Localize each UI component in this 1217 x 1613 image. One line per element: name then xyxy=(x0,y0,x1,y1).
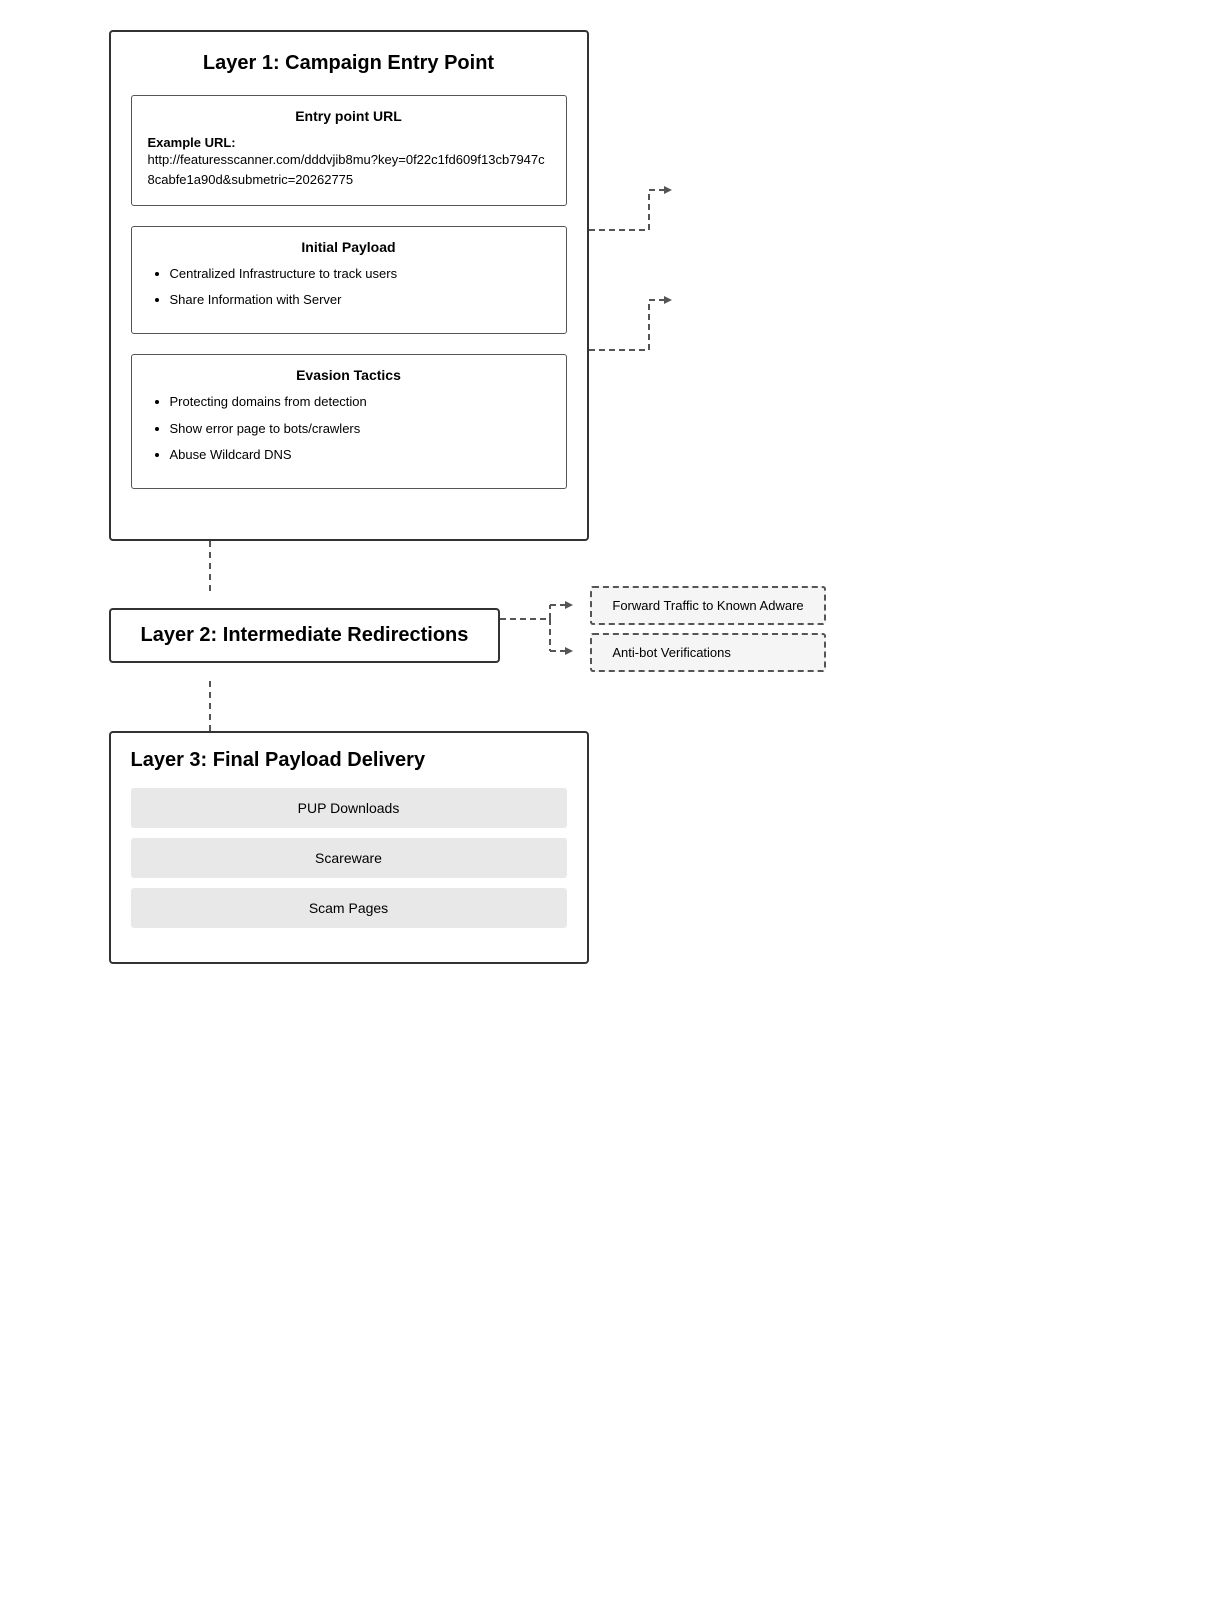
layer2-section: Layer 2: Intermediate Redirections Forwa… xyxy=(109,591,1109,681)
scam-pages-item: Scam Pages xyxy=(131,888,567,928)
evasion-tactics-list: Protecting domains from detection Show e… xyxy=(148,393,550,464)
initial-payload-box: Initial Payload Centralized Infrastructu… xyxy=(131,226,567,334)
initial-payload-title: Initial Payload xyxy=(148,239,550,255)
pup-downloads-item: PUP Downloads xyxy=(131,788,567,828)
top-section: Layer 1: Campaign Entry Point Entry poin… xyxy=(109,30,1109,541)
evasion-tactics-box: Evasion Tactics Protecting domains from … xyxy=(131,354,567,489)
layer3-section: Layer 3: Final Payload Delivery PUP Down… xyxy=(109,731,1109,964)
v-connector-1 xyxy=(109,541,1109,591)
dashed-v-line-2 xyxy=(209,681,211,731)
diagram: Layer 1: Campaign Entry Point Entry poin… xyxy=(109,30,1109,964)
url-value: http://featuresscanner.com/dddvjib8mu?ke… xyxy=(148,150,550,189)
scareware-item: Scareware xyxy=(131,838,567,878)
layer3-title: Layer 3: Final Payload Delivery xyxy=(131,749,567,772)
entry-point-title: Entry point URL xyxy=(148,108,550,124)
layer2-side-items: Forward Traffic to Known Adware Anti-bot… xyxy=(590,586,825,672)
list-item: Centralized Infrastructure to track user… xyxy=(170,265,550,283)
url-label-text: Example URL: xyxy=(148,135,236,150)
dashed-v-line-1 xyxy=(209,541,211,591)
layer2-box: Layer 2: Intermediate Redirections xyxy=(109,608,501,663)
forward-traffic-item: Forward Traffic to Known Adware xyxy=(590,586,825,625)
initial-payload-list: Centralized Infrastructure to track user… xyxy=(148,265,550,309)
list-item: Protecting domains from detection xyxy=(170,393,550,411)
antibot-item: Anti-bot Verifications xyxy=(590,633,825,672)
layer1-box: Layer 1: Campaign Entry Point Entry poin… xyxy=(109,30,589,541)
list-item: Abuse Wildcard DNS xyxy=(170,446,550,464)
layer3-box: Layer 3: Final Payload Delivery PUP Down… xyxy=(109,731,589,964)
entry-point-box: Entry point URL Example URL: http://feat… xyxy=(131,95,567,206)
layer2-title: Layer 2: Intermediate Redirections xyxy=(141,624,469,646)
url-label: Example URL: xyxy=(148,134,550,150)
layer2-arrows: Forward Traffic to Known Adware Anti-bot… xyxy=(500,591,780,681)
v-connector-2 xyxy=(109,681,1109,731)
evasion-tactics-title: Evasion Tactics xyxy=(148,367,550,383)
layer1-column: Layer 1: Campaign Entry Point Entry poin… xyxy=(109,30,589,541)
layer1-title: Layer 1: Campaign Entry Point xyxy=(131,52,567,75)
list-item: Share Information with Server xyxy=(170,291,550,309)
campaign-column: Campaign Dissemination Deceptive Emails … xyxy=(649,30,1029,541)
list-item: Show error page to bots/crawlers xyxy=(170,420,550,438)
